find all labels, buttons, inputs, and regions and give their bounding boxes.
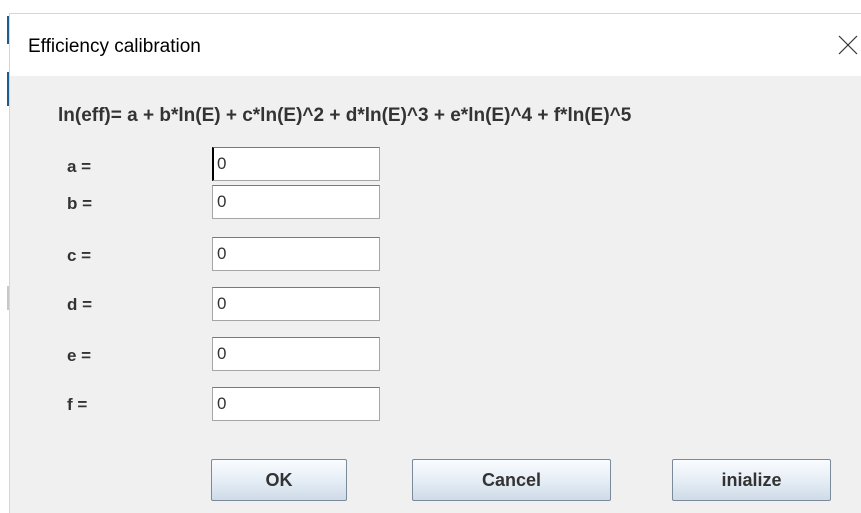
coefficient-a-input[interactable] [212, 147, 380, 181]
coefficient-e-input[interactable] [212, 337, 380, 371]
close-icon-glyph [838, 35, 858, 55]
coefficient-d-label: d = [67, 295, 93, 314]
cancel-button[interactable]: Cancel [412, 459, 611, 501]
dialog-title: Efficiency calibration [28, 36, 201, 57]
coefficient-f-input[interactable] [212, 387, 380, 421]
coefficient-d-input[interactable] [212, 287, 380, 321]
coefficient-e-label: e = [67, 346, 92, 365]
coefficient-b-input[interactable] [212, 185, 380, 219]
calibration-formula: ln(eff)= a + b*ln(E) + c*ln(E)^2 + d*ln(… [58, 105, 632, 126]
coefficient-b-label: b = [67, 194, 93, 213]
screen: Efficiency calibration ln(eff)= a + b*ln… [0, 0, 861, 513]
title-bar[interactable]: Efficiency calibration [10, 14, 861, 76]
background-window-edge [0, 0, 9, 513]
coefficient-c-input[interactable] [212, 237, 380, 271]
initialize-button[interactable]: inialize [672, 459, 831, 501]
close-icon[interactable] [836, 33, 860, 57]
coefficient-f-label: f = [67, 395, 88, 414]
coefficient-a-label: a = [67, 157, 92, 176]
ok-button[interactable]: OK [211, 459, 347, 501]
efficiency-calibration-dialog: Efficiency calibration ln(eff)= a + b*ln… [9, 13, 861, 513]
coefficient-c-label: c = [67, 246, 92, 265]
